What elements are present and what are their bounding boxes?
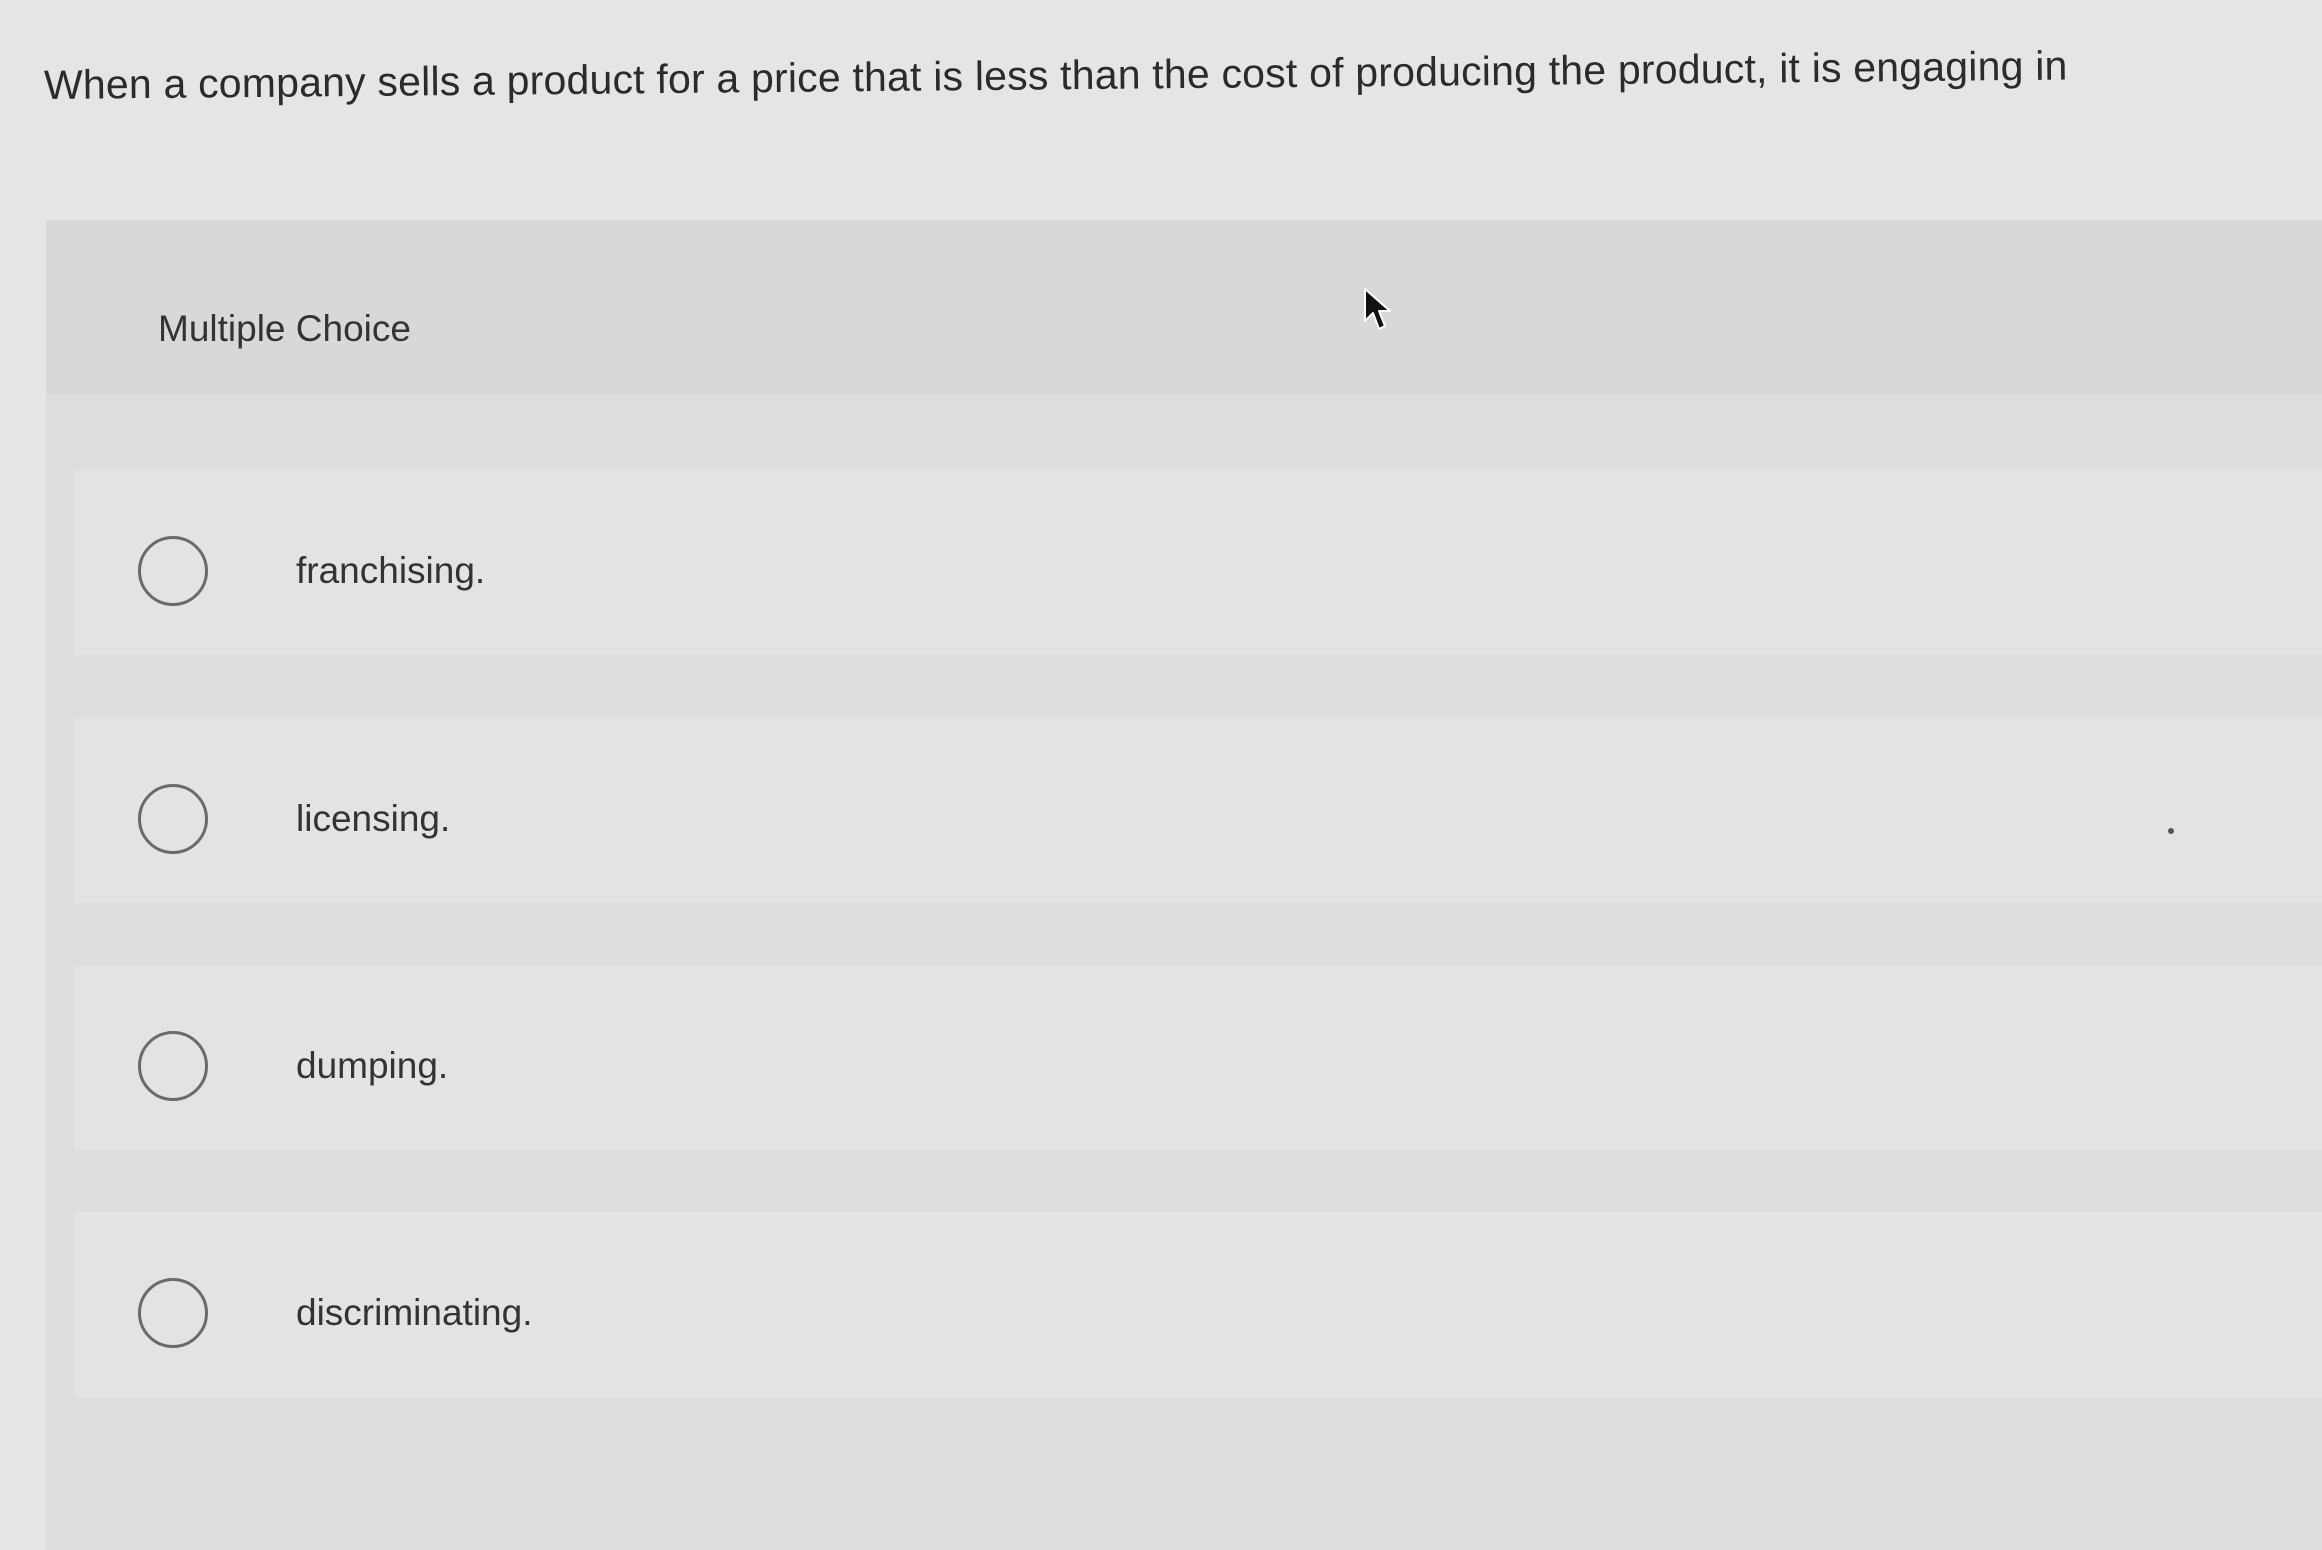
panel-title: Multiple Choice: [158, 308, 411, 349]
answer-option-dumping[interactable]: dumping.: [74, 965, 2322, 1150]
answer-option-label[interactable]: dumping.: [296, 1045, 448, 1087]
answer-option-discriminating[interactable]: discriminating.: [74, 1212, 2322, 1397]
answer-option-licensing[interactable]: licensing.: [74, 718, 2322, 903]
mouse-pointer-icon: [1364, 288, 1391, 330]
radio-unselected-icon[interactable]: [138, 1278, 208, 1348]
question-text: When a company sells a product for a pri…: [43, 42, 2068, 108]
answer-option-label[interactable]: discriminating.: [296, 1292, 532, 1334]
radio-unselected-icon[interactable]: [138, 536, 208, 606]
panel-header: Multiple Choice: [46, 220, 2322, 395]
answer-option-franchising[interactable]: franchising.: [74, 470, 2322, 655]
radio-unselected-icon[interactable]: [138, 784, 208, 854]
answer-option-label[interactable]: licensing.: [296, 798, 450, 840]
screen-speck: [2168, 828, 2174, 834]
radio-unselected-icon[interactable]: [138, 1031, 208, 1101]
answer-option-label[interactable]: franchising.: [296, 550, 485, 592]
